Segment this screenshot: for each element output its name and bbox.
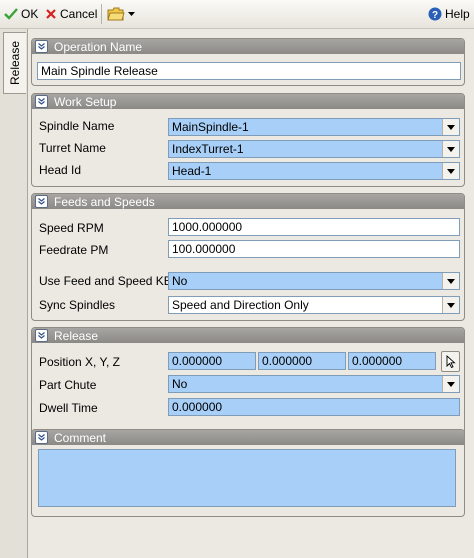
feedrate-pm-field[interactable]: 100.000000: [168, 240, 460, 258]
part-chute-value: No: [172, 377, 188, 391]
operation-name-title: Operation Name: [54, 39, 143, 54]
collapse-chevron-icon[interactable]: [35, 329, 48, 342]
head-id-label: Head Id: [39, 163, 82, 177]
sync-spindles-value: Speed and Direction Only: [172, 298, 309, 312]
position-xyz-label: Position X, Y, Z: [39, 355, 120, 369]
feeds-speeds-title: Feeds and Speeds: [54, 194, 155, 209]
folder-icon: [107, 7, 125, 21]
speed-rpm-value: 1000.000000: [172, 220, 243, 234]
head-id-value: Head-1: [172, 164, 212, 178]
turret-name-value: IndexTurret-1: [172, 142, 244, 156]
spindle-name-select[interactable]: MainSpindle-1: [168, 118, 460, 136]
head-id-select[interactable]: Head-1: [168, 162, 460, 180]
comment-header[interactable]: Comment: [32, 430, 464, 445]
open-folder-dropdown-button[interactable]: [107, 5, 135, 23]
release-header[interactable]: Release: [32, 328, 464, 343]
cancel-label: Cancel: [60, 7, 98, 21]
content-panel: Operation Name Main Spindle Release Work…: [28, 29, 474, 558]
part-chute-select[interactable]: No: [168, 375, 460, 393]
position-z-field[interactable]: 0.000000: [348, 352, 436, 370]
svg-text:?: ?: [432, 10, 438, 21]
checkmark-icon: [4, 8, 18, 20]
operation-name-group: Operation Name Main Spindle Release: [31, 38, 465, 86]
spindle-name-value: MainSpindle-1: [172, 120, 249, 134]
work-setup-header[interactable]: Work Setup: [32, 94, 464, 109]
position-z-value: 0.000000: [352, 354, 403, 368]
cursor-pointer-icon: [446, 355, 456, 368]
dropdown-arrow-icon[interactable]: [442, 297, 459, 313]
collapse-chevron-icon[interactable]: [35, 95, 48, 108]
operation-name-field[interactable]: Main Spindle Release: [37, 62, 461, 80]
cancel-button[interactable]: Cancel: [45, 5, 97, 23]
pick-position-button[interactable]: [441, 351, 460, 372]
release-title: Release: [54, 328, 99, 343]
position-x-value: 0.000000: [172, 354, 223, 368]
sync-spindles-label: Sync Spindles: [39, 298, 116, 312]
feedrate-pm-label: Feedrate PM: [39, 243, 109, 257]
feeds-speeds-group: Feeds and Speeds Speed RPM 1000.000000 F…: [31, 193, 465, 321]
feedrate-pm-value: 100.000000: [172, 242, 236, 256]
toolbar: OK Cancel ? Help: [0, 0, 474, 29]
turret-name-label: Turret Name: [39, 141, 106, 155]
dropdown-arrow-icon[interactable]: [442, 163, 459, 179]
speed-rpm-field[interactable]: 1000.000000: [168, 218, 460, 236]
dwell-time-value: 0.000000: [172, 400, 223, 414]
position-y-field[interactable]: 0.000000: [258, 352, 346, 370]
operation-name-value: Main Spindle Release: [41, 64, 158, 78]
spindle-name-label: Spindle Name: [39, 119, 115, 133]
position-y-value: 0.000000: [262, 354, 313, 368]
comment-title: Comment: [54, 430, 107, 445]
tab-release-label: Release: [8, 40, 22, 86]
collapse-chevron-icon[interactable]: [35, 40, 48, 53]
ok-label: OK: [21, 7, 39, 21]
position-x-field[interactable]: 0.000000: [168, 352, 256, 370]
feeds-speeds-header[interactable]: Feeds and Speeds: [32, 194, 464, 209]
toolbar-separator: [101, 4, 102, 24]
dropdown-arrow-icon[interactable]: [442, 376, 459, 392]
use-feed-speed-kb-select[interactable]: No: [168, 272, 460, 290]
speed-rpm-label: Speed RPM: [39, 221, 104, 235]
ok-button[interactable]: OK: [4, 5, 38, 23]
dwell-time-label: Dwell Time: [39, 401, 98, 415]
tab-release[interactable]: Release: [3, 32, 26, 94]
use-feed-speed-kb-label: Use Feed and Speed KB: [39, 274, 172, 288]
part-chute-label: Part Chute: [39, 378, 97, 392]
dropdown-arrow-icon[interactable]: [442, 119, 459, 135]
use-feed-speed-kb-value: No: [172, 274, 188, 288]
work-setup-title: Work Setup: [54, 94, 117, 109]
comment-textarea[interactable]: [38, 449, 456, 507]
help-button[interactable]: ? Help: [428, 5, 470, 23]
work-setup-group: Work Setup Spindle Name MainSpindle-1 Tu…: [31, 93, 465, 187]
collapse-chevron-icon[interactable]: [35, 431, 48, 444]
operation-name-header[interactable]: Operation Name: [32, 39, 464, 54]
dropdown-arrow-icon[interactable]: [442, 273, 459, 289]
side-tab-strip: Release: [0, 29, 28, 558]
cancel-x-icon: [46, 9, 56, 19]
chevron-down-icon: [128, 11, 135, 16]
help-label: Help: [445, 7, 470, 21]
sync-spindles-select[interactable]: Speed and Direction Only: [168, 296, 460, 314]
dwell-time-field[interactable]: 0.000000: [168, 398, 460, 416]
dropdown-arrow-icon[interactable]: [442, 141, 459, 157]
turret-name-select[interactable]: IndexTurret-1: [168, 140, 460, 158]
comment-group: Comment: [31, 429, 465, 517]
help-icon: ?: [428, 7, 442, 21]
collapse-chevron-icon[interactable]: [35, 195, 48, 208]
